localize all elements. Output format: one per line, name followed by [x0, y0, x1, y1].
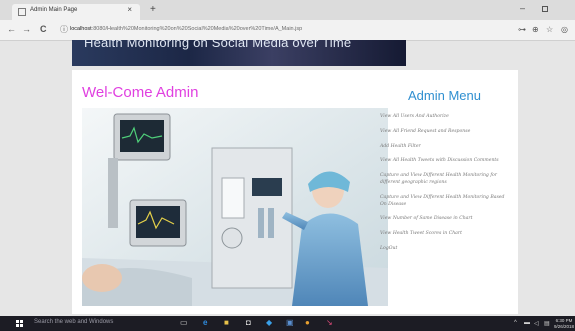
extension-icon[interactable]: ◎	[561, 25, 568, 34]
menu-item-logout[interactable]: LogOut	[380, 246, 510, 253]
menu-item-disease-chart[interactable]: View Number of Same Disease in Chart	[380, 216, 510, 223]
chrome-browser-icon[interactable]: ●	[305, 318, 310, 327]
browser-tab[interactable]: Admin Main Page ×	[12, 4, 140, 20]
menu-item-tweet-scores-chart[interactable]: View Health Tweet Scores in Chart	[380, 231, 510, 238]
forward-button[interactable]: →	[22, 24, 31, 34]
url-path: :8080/Health%20Monitoring%20on%20Social%…	[91, 26, 303, 32]
tab-close-icon[interactable]: ×	[127, 5, 132, 14]
bookmark-star-icon[interactable]: ☆	[546, 25, 553, 34]
network-icon[interactable]: ▬	[524, 320, 530, 326]
app-icon[interactable]: ◆	[266, 318, 272, 327]
menu-item-health-tweets[interactable]: View All Health Tweets with Discussion C…	[380, 158, 510, 165]
menu-item-view-users[interactable]: View All Users And Authorize	[380, 114, 510, 121]
tab-title: Admin Main Page	[30, 7, 78, 13]
taskbar-search-input[interactable]: Search the web and Windows	[34, 319, 113, 325]
address-bar-url[interactable]: localhost:8080/Health%20Monitoring%20on%…	[70, 26, 302, 32]
volume-icon[interactable]: ◁	[534, 320, 539, 327]
translate-icon[interactable]: ⊶	[518, 25, 526, 34]
main-content-card: Wel-Come Admin Admin Menu View All Users…	[72, 70, 518, 314]
pinned-app-icon[interactable]: ↘	[326, 318, 333, 327]
url-host: localhost	[70, 26, 92, 32]
site-banner: Health Monitoring on Social Media over T…	[72, 40, 406, 66]
zoom-icon[interactable]: ⊕	[532, 25, 539, 34]
photos-icon[interactable]: ▣	[286, 318, 294, 327]
window-maximize-button[interactable]	[542, 6, 548, 12]
menu-item-geographic-monitoring[interactable]: Capture and View Different Health Monito…	[380, 173, 510, 187]
page-favicon-icon	[18, 8, 26, 16]
windows-start-icon[interactable]	[16, 320, 23, 327]
windows-taskbar: Search the web and Windows ▭ e ■ ◘ ◆ ▣ ●…	[0, 316, 575, 331]
taskbar-clock[interactable]: 6:30 PM 9/26/2018	[554, 318, 574, 329]
tray-expand-icon[interactable]: ^	[514, 320, 517, 326]
task-view-icon[interactable]: ▭	[180, 318, 188, 327]
store-icon[interactable]: ◘	[246, 318, 251, 327]
welcome-heading: Wel-Come Admin	[82, 84, 199, 101]
menu-item-friend-requests[interactable]: View All Friend Request and Response	[380, 129, 510, 136]
menu-item-disease-monitoring[interactable]: Capture and View Different Health Monito…	[380, 195, 510, 209]
clock-date: 9/26/2018	[554, 323, 575, 329]
hospital-monitoring-photo	[82, 108, 388, 306]
new-tab-button[interactable]: +	[150, 4, 156, 15]
back-button[interactable]: ←	[7, 24, 16, 34]
notifications-icon[interactable]: ▤	[544, 320, 550, 327]
clock-time: 6:30 PM	[555, 318, 573, 323]
window-minimize-button[interactable]: –	[520, 3, 525, 13]
menu-item-add-health-filter[interactable]: Add Health Filter	[380, 144, 510, 151]
admin-menu: View All Users And Authorize View All Fr…	[380, 114, 510, 253]
edge-browser-icon[interactable]: e	[203, 318, 207, 327]
browser-tab-strip: Admin Main Page × + –	[0, 0, 575, 20]
reload-button[interactable]: C	[40, 24, 47, 34]
admin-menu-title: Admin Menu	[408, 88, 481, 103]
file-explorer-icon[interactable]: ■	[224, 318, 229, 327]
banner-title: Health Monitoring on Social Media over T…	[84, 40, 352, 50]
site-info-icon[interactable]: ⓘ	[60, 24, 68, 35]
browser-toolbar: ← → C ⓘ localhost:8080/Health%20Monitori…	[0, 20, 575, 41]
